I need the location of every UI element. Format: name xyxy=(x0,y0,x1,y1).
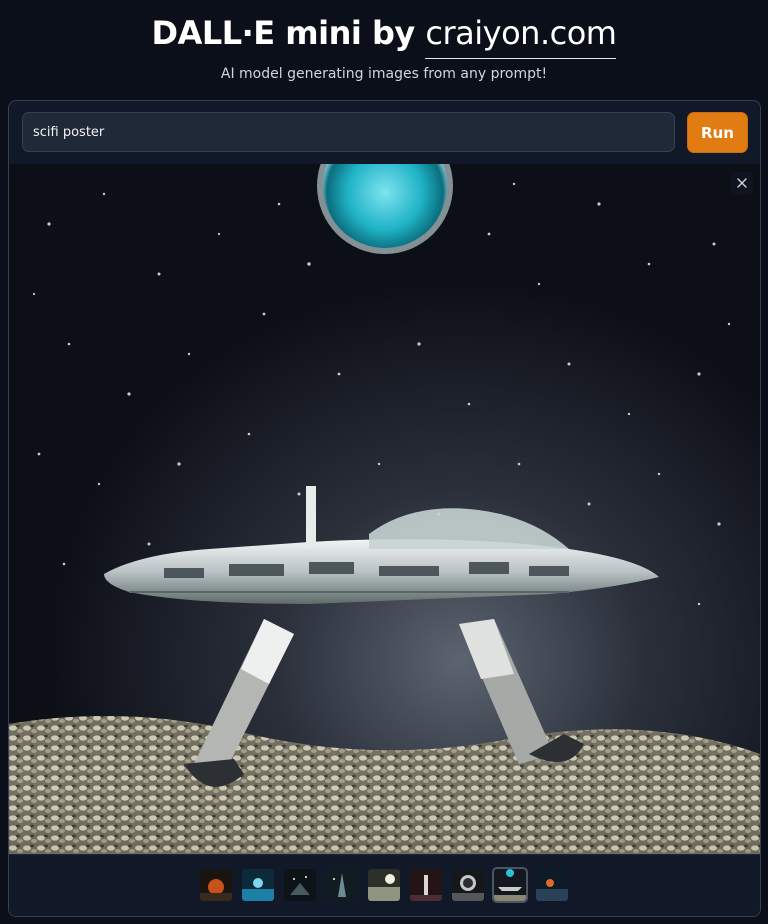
prompt-input[interactable] xyxy=(22,112,675,152)
page-subtitle: AI model generating images from any prom… xyxy=(220,66,548,82)
thumbnail-3[interactable] xyxy=(284,869,316,901)
app-page: DALL·E mini by craiyon.com AI model gene… xyxy=(0,0,768,924)
header: DALL·E mini by craiyon.com AI model gene… xyxy=(0,0,768,96)
generator-panel: Run xyxy=(8,100,761,917)
generated-image[interactable] xyxy=(9,164,760,854)
thumbnail-8[interactable] xyxy=(492,867,528,903)
craiyon-link[interactable]: craiyon.com xyxy=(425,14,617,59)
thumbnail-4[interactable] xyxy=(326,869,358,901)
close-gallery-button[interactable] xyxy=(731,172,753,194)
image-gallery xyxy=(9,164,760,916)
thumbnail-6[interactable] xyxy=(410,869,442,901)
run-button[interactable]: Run xyxy=(687,112,748,153)
close-icon xyxy=(737,178,747,188)
thumbnail-7[interactable] xyxy=(452,869,484,901)
thumbnail-5[interactable] xyxy=(368,869,400,901)
title-text: DALL·E mini by xyxy=(151,14,416,52)
thumbnail-strip xyxy=(9,854,760,916)
thumbnail-2[interactable] xyxy=(242,869,274,901)
page-title: DALL·E mini by craiyon.com xyxy=(0,14,768,59)
thumbnail-9[interactable] xyxy=(536,869,568,901)
thumbnail-1[interactable] xyxy=(200,869,232,901)
